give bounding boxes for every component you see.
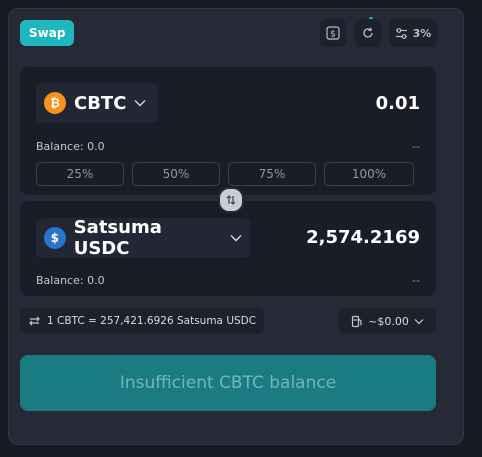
from-amount-input[interactable]: 0.01 [376,93,420,114]
dollar-toggle-button[interactable]: $ [320,19,346,47]
slippage-value: 3% [412,26,432,40]
tab-swap[interactable]: Swap [20,20,75,46]
exchange-rate[interactable]: 1 CBTC = 257,421.6926 Satsuma USDC [20,308,265,334]
chevron-down-icon [134,96,146,110]
swap-rate-icon [29,316,40,326]
refresh-button[interactable] [355,19,381,47]
to-amount: 2,574.2169 [306,227,420,248]
to-usd-value: -- [412,274,420,287]
gas-pump-icon [352,315,362,327]
from-balance: Balance: 0.0 [36,140,105,153]
to-token-name: Satsuma USDC [73,217,162,259]
gas-fee-dropdown[interactable]: ~$0.00 [339,308,436,334]
percent-75-button[interactable]: 75% [228,162,316,186]
btc-icon: ₿ [44,92,66,114]
to-balance: Balance: 0.0 [36,274,105,287]
dollar-icon: $ [326,26,340,40]
percent-50-button[interactable]: 50% [132,162,220,186]
flip-tokens-button[interactable] [218,187,244,213]
usdc-icon: $ [44,227,66,249]
svg-text:$: $ [330,30,336,40]
refresh-icon [363,27,373,38]
from-token-name: CBTC [74,92,127,114]
exchange-rate-text: 1 CBTC = 257,421.6926 Satsuma USDC [47,315,257,327]
from-usd-value: -- [412,140,420,153]
chevron-down-icon [230,231,242,245]
percent-100-button[interactable]: 100% [324,162,414,186]
percent-buttons: 25% 50% 75% 100% [36,162,414,186]
swap-arrows-icon [226,195,236,205]
to-token-select[interactable]: $ Satsuma USDC [36,217,250,259]
gas-fee-value: ~$0.00 [368,314,409,328]
sliders-icon [395,27,407,39]
from-panel: ₿ CBTC 0.01 Balance: 0.0 -- 25% 50% 75% … [20,67,436,195]
slippage-settings-button[interactable]: 3% [389,19,437,47]
submit-swap-button[interactable]: Insufficient CBTC balance [20,355,436,411]
percent-25-button[interactable]: 25% [36,162,124,186]
chevron-down-icon [414,318,424,324]
to-panel: $ Satsuma USDC 2,574.2169 Balance: 0.0 -… [20,201,436,296]
from-token-select[interactable]: ₿ CBTC [36,83,158,123]
